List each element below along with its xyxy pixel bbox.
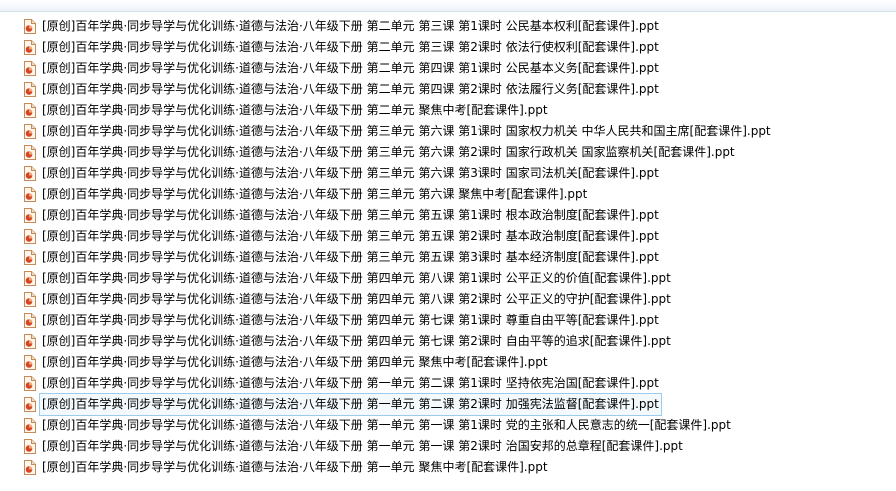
file-name: [原创]百年学典·同步导学与优化训练·道德与法治·八年级下册 第四单元 第七课 … — [42, 313, 659, 327]
file-row[interactable]: [原创]百年学典·同步导学与优化训练·道德与法治·八年级下册 第三单元 第五课 … — [0, 205, 896, 226]
file-name: [原创]百年学典·同步导学与优化训练·道德与法治·八年级下册 第二单元 聚焦中考… — [42, 103, 548, 117]
ppt-file-icon — [23, 187, 36, 202]
ppt-file-icon — [23, 292, 36, 307]
file-row[interactable]: [原创]百年学典·同步导学与优化训练·道德与法治·八年级下册 第三单元 第六课 … — [0, 184, 896, 205]
file-name: [原创]百年学典·同步导学与优化训练·道德与法治·八年级下册 第四单元 聚焦中考… — [42, 355, 548, 369]
file-name: [原创]百年学典·同步导学与优化训练·道德与法治·八年级下册 第二单元 第四课 … — [42, 61, 659, 75]
file-row[interactable]: [原创]百年学典·同步导学与优化训练·道德与法治·八年级下册 第四单元 第七课 … — [0, 310, 896, 331]
file-row[interactable]: [原创]百年学典·同步导学与优化训练·道德与法治·八年级下册 第一单元 第二课 … — [0, 373, 896, 394]
file-name: [原创]百年学典·同步导学与优化训练·道德与法治·八年级下册 第一单元 第一课 … — [42, 418, 731, 432]
file-row[interactable]: [原创]百年学典·同步导学与优化训练·道德与法治·八年级下册 第三单元 第五课 … — [0, 226, 896, 247]
file-row[interactable]: [原创]百年学典·同步导学与优化训练·道德与法治·八年级下册 第一单元 第一课 … — [0, 415, 896, 436]
ppt-file-icon — [23, 19, 36, 34]
ppt-file-icon — [23, 124, 36, 139]
file-name: [原创]百年学典·同步导学与优化训练·道德与法治·八年级下册 第三单元 第六课 … — [42, 145, 735, 159]
ppt-file-icon — [23, 460, 36, 475]
file-name: [原创]百年学典·同步导学与优化训练·道德与法治·八年级下册 第三单元 第五课 … — [42, 250, 659, 264]
ppt-file-icon — [23, 313, 36, 328]
ppt-file-icon — [23, 40, 36, 55]
ppt-file-icon — [23, 145, 36, 160]
file-name: [原创]百年学典·同步导学与优化训练·道德与法治·八年级下册 第三单元 第六课 … — [42, 166, 659, 180]
file-name: [原创]百年学典·同步导学与优化训练·道德与法治·八年级下册 第四单元 第八课 … — [42, 292, 671, 306]
ppt-file-icon — [23, 397, 36, 412]
ppt-file-icon — [23, 271, 36, 286]
file-name: [原创]百年学典·同步导学与优化训练·道德与法治·八年级下册 第三单元 第六课 … — [42, 124, 771, 138]
ppt-file-icon — [23, 229, 36, 244]
file-name: [原创]百年学典·同步导学与优化训练·道德与法治·八年级下册 第一单元 聚焦中考… — [42, 460, 548, 474]
ppt-file-icon — [23, 103, 36, 118]
file-row[interactable]: [原创]百年学典·同步导学与优化训练·道德与法治·八年级下册 第一单元 第二课 … — [0, 393, 896, 416]
file-name: [原创]百年学典·同步导学与优化训练·道德与法治·八年级下册 第二单元 第三课 … — [42, 19, 659, 33]
folder-header-strip — [0, 0, 896, 12]
file-row[interactable]: [原创]百年学典·同步导学与优化训练·道德与法治·八年级下册 第二单元 第三课 … — [0, 37, 896, 58]
file-row[interactable]: [原创]百年学典·同步导学与优化训练·道德与法治·八年级下册 第三单元 第六课 … — [0, 163, 896, 184]
file-name: [原创]百年学典·同步导学与优化训练·道德与法治·八年级下册 第三单元 第五课 … — [42, 229, 659, 243]
ppt-file-icon — [23, 334, 36, 349]
file-row[interactable]: [原创]百年学典·同步导学与优化训练·道德与法治·八年级下册 第四单元 聚焦中考… — [0, 352, 896, 373]
file-name: [原创]百年学典·同步导学与优化训练·道德与法治·八年级下册 第四单元 第八课 … — [42, 271, 671, 285]
file-row[interactable]: [原创]百年学典·同步导学与优化训练·道德与法治·八年级下册 第一单元 第一课 … — [0, 436, 896, 457]
ppt-file-icon — [23, 61, 36, 76]
file-name: [原创]百年学典·同步导学与优化训练·道德与法治·八年级下册 第一单元 第一课 … — [42, 439, 683, 453]
folder-header-text — [0, 0, 110, 8]
file-name: [原创]百年学典·同步导学与优化训练·道德与法治·八年级下册 第三单元 第六课 … — [42, 187, 588, 201]
ppt-file-icon — [23, 376, 36, 391]
ppt-file-icon — [23, 418, 36, 433]
file-name: [原创]百年学典·同步导学与优化训练·道德与法治·八年级下册 第二单元 第四课 … — [42, 82, 659, 96]
file-row[interactable]: [原创]百年学典·同步导学与优化训练·道德与法治·八年级下册 第二单元 第三课 … — [0, 16, 896, 37]
file-row[interactable]: [原创]百年学典·同步导学与优化训练·道德与法治·八年级下册 第二单元 第四课 … — [0, 58, 896, 79]
file-name: [原创]百年学典·同步导学与优化训练·道德与法治·八年级下册 第一单元 第二课 … — [39, 393, 662, 416]
file-list: [原创]百年学典·同步导学与优化训练·道德与法治·八年级下册 第二单元 第三课 … — [0, 16, 896, 478]
file-row[interactable]: [原创]百年学典·同步导学与优化训练·道德与法治·八年级下册 第四单元 第八课 … — [0, 268, 896, 289]
file-name: [原创]百年学典·同步导学与优化训练·道德与法治·八年级下册 第一单元 第二课 … — [42, 376, 659, 390]
file-row[interactable]: [原创]百年学典·同步导学与优化训练·道德与法治·八年级下册 第二单元 聚焦中考… — [0, 100, 896, 121]
file-name: [原创]百年学典·同步导学与优化训练·道德与法治·八年级下册 第二单元 第三课 … — [42, 40, 659, 54]
file-row[interactable]: [原创]百年学典·同步导学与优化训练·道德与法治·八年级下册 第三单元 第五课 … — [0, 247, 896, 268]
ppt-file-icon — [23, 250, 36, 265]
file-row[interactable]: [原创]百年学典·同步导学与优化训练·道德与法治·八年级下册 第三单元 第六课 … — [0, 142, 896, 163]
ppt-file-icon — [23, 82, 36, 97]
file-row[interactable]: [原创]百年学典·同步导学与优化训练·道德与法治·八年级下册 第四单元 第七课 … — [0, 331, 896, 352]
file-name: [原创]百年学典·同步导学与优化训练·道德与法治·八年级下册 第三单元 第五课 … — [42, 208, 659, 222]
ppt-file-icon — [23, 208, 36, 223]
ppt-file-icon — [23, 439, 36, 454]
ppt-file-icon — [23, 355, 36, 370]
file-row[interactable]: [原创]百年学典·同步导学与优化训练·道德与法治·八年级下册 第三单元 第六课 … — [0, 121, 896, 142]
ppt-file-icon — [23, 166, 36, 181]
file-row[interactable]: [原创]百年学典·同步导学与优化训练·道德与法治·八年级下册 第二单元 第四课 … — [0, 79, 896, 100]
file-name: [原创]百年学典·同步导学与优化训练·道德与法治·八年级下册 第四单元 第七课 … — [42, 334, 671, 348]
file-row[interactable]: [原创]百年学典·同步导学与优化训练·道德与法治·八年级下册 第一单元 聚焦中考… — [0, 457, 896, 478]
file-row[interactable]: [原创]百年学典·同步导学与优化训练·道德与法治·八年级下册 第四单元 第八课 … — [0, 289, 896, 310]
